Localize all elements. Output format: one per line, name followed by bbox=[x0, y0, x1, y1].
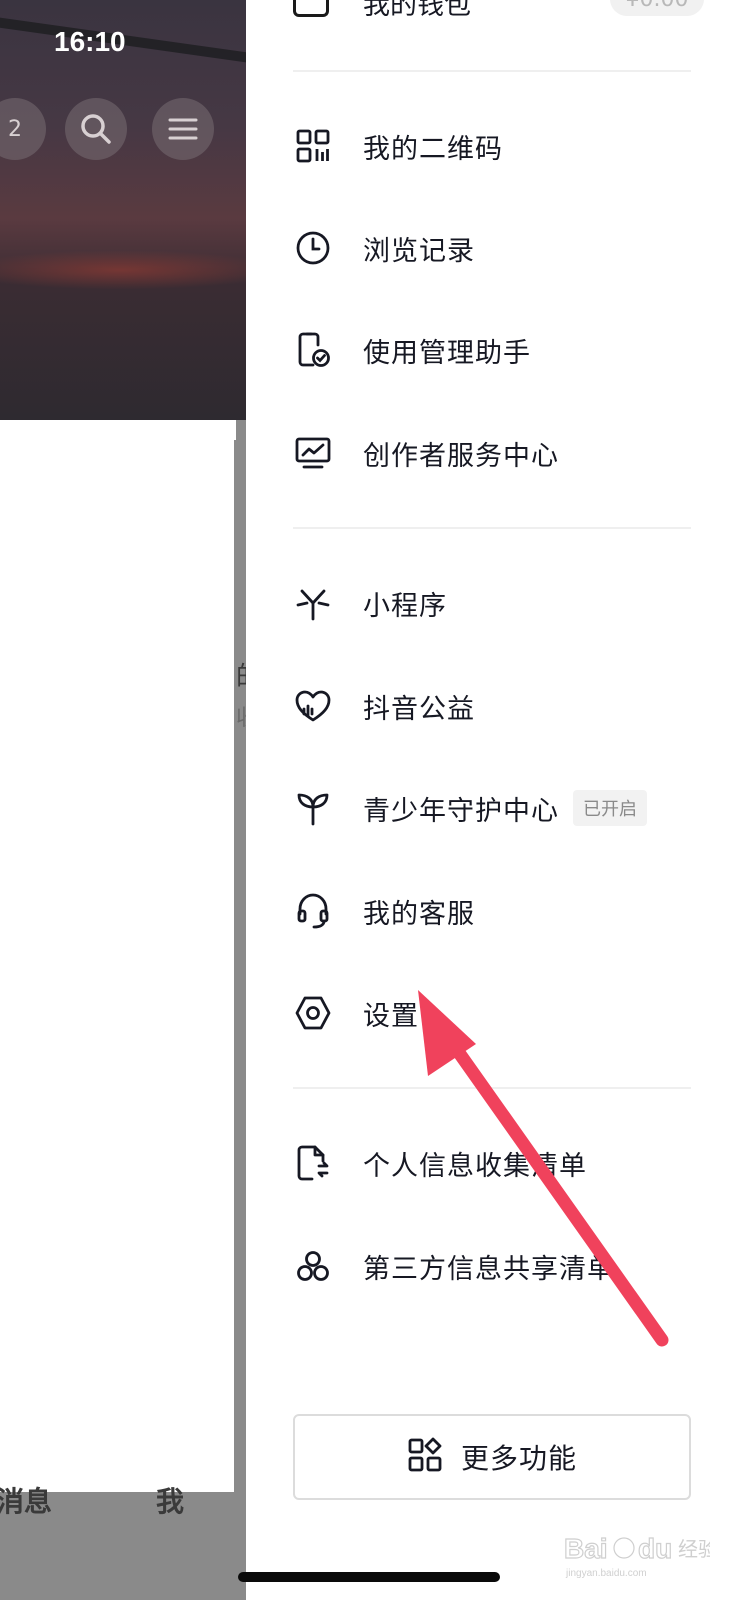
search-button[interactable] bbox=[65, 98, 127, 160]
search-icon bbox=[81, 114, 111, 144]
menu-item-qr-code[interactable]: 我的二维码 bbox=[293, 110, 691, 182]
phone-check-icon bbox=[293, 330, 333, 370]
tab-me[interactable]: 我 bbox=[156, 1480, 184, 1520]
divider bbox=[293, 70, 691, 72]
menu-label: 第三方信息共享清单 bbox=[363, 1253, 615, 1285]
peek-text-1: 的 bbox=[236, 656, 246, 693]
menu-label: 使用管理助手 bbox=[363, 337, 531, 369]
menu-label: 创作者服务中心 bbox=[363, 440, 559, 472]
wallet-label: 我的钱包 bbox=[363, 0, 471, 21]
file-sync-icon bbox=[293, 1143, 333, 1183]
peek-text-2: 收 bbox=[236, 700, 246, 732]
profile-cover-image bbox=[0, 0, 246, 420]
svg-text:du: du bbox=[638, 1533, 672, 1564]
wallet-item[interactable]: 我的钱包 bbox=[293, 0, 471, 22]
menu-label: 设置 bbox=[363, 1000, 419, 1032]
status-badge: 已开启 bbox=[573, 790, 647, 826]
qr-code-icon bbox=[293, 126, 333, 166]
menu-item-personal-info-list[interactable]: 个人信息收集清单 bbox=[293, 1127, 691, 1199]
more-functions-label: 更多功能 bbox=[460, 1442, 577, 1475]
menu-label: 我的二维码 bbox=[363, 133, 503, 165]
card-edge bbox=[234, 440, 246, 1492]
menu-item-history[interactable]: 浏览记录 bbox=[293, 212, 691, 284]
sprout-icon bbox=[293, 788, 333, 828]
menu-item-customer-service[interactable]: 我的客服 bbox=[293, 875, 691, 947]
svg-text:经验: 经验 bbox=[678, 1537, 710, 1561]
menu-item-charity[interactable]: 抖音公益 bbox=[293, 670, 691, 742]
content-card bbox=[0, 420, 236, 1492]
menu-label: 青少年守护中心 bbox=[363, 795, 559, 827]
baidu-jingyan-watermark: Bai du 经验 jingyan.baidu.com bbox=[563, 1532, 710, 1579]
tab-messages[interactable]: 消息 bbox=[0, 1480, 52, 1520]
grid-apps-icon bbox=[407, 1437, 443, 1477]
mini-program-icon bbox=[293, 583, 333, 623]
menu-label: 个人信息收集清单 bbox=[363, 1150, 587, 1182]
hamburger-icon bbox=[168, 118, 198, 140]
divider bbox=[293, 527, 691, 529]
menu-item-youth-protection[interactable]: 青少年守护中心 已开启 bbox=[293, 772, 691, 844]
menu-label: 我的客服 bbox=[363, 898, 475, 930]
menu-item-usage-assistant[interactable]: 使用管理助手 bbox=[293, 314, 691, 386]
headset-icon bbox=[293, 891, 333, 931]
friends-count: 2 bbox=[8, 116, 22, 142]
wallet-balance: ¥0.00 bbox=[610, 0, 704, 16]
more-functions-button[interactable]: 更多功能 bbox=[293, 1414, 691, 1500]
background-app: 16:10 2 的 收 消息 我 bbox=[0, 0, 246, 1600]
hexagon-settings-icon bbox=[293, 993, 333, 1033]
menu-item-settings[interactable]: 设置 bbox=[293, 977, 691, 1049]
wallet-icon bbox=[293, 0, 329, 17]
menu-label: 抖音公益 bbox=[363, 693, 475, 725]
cover-glow bbox=[0, 250, 246, 290]
menu-item-mini-programs[interactable]: 小程序 bbox=[293, 567, 691, 639]
monitor-chart-icon bbox=[293, 433, 333, 473]
menu-item-third-party-share-list[interactable]: 第三方信息共享清单 bbox=[293, 1230, 691, 1302]
menu-label: 浏览记录 bbox=[363, 235, 475, 267]
divider bbox=[293, 1087, 691, 1089]
status-time: 16:10 bbox=[54, 26, 126, 57]
svg-text:Bai: Bai bbox=[564, 1533, 608, 1564]
clock-icon bbox=[293, 228, 333, 268]
menu-item-creator-center[interactable]: 创作者服务中心 bbox=[293, 417, 691, 489]
home-indicator[interactable] bbox=[238, 1572, 500, 1582]
heart-icon bbox=[293, 686, 333, 726]
menu-button[interactable] bbox=[152, 98, 214, 160]
share-circles-icon bbox=[293, 1246, 333, 1286]
menu-label: 小程序 bbox=[363, 590, 447, 622]
svg-text:jingyan.baidu.com: jingyan.baidu.com bbox=[565, 1568, 647, 1579]
side-drawer: 我的钱包 ¥0.00 我的二维码 浏览记录 bbox=[246, 0, 738, 1600]
